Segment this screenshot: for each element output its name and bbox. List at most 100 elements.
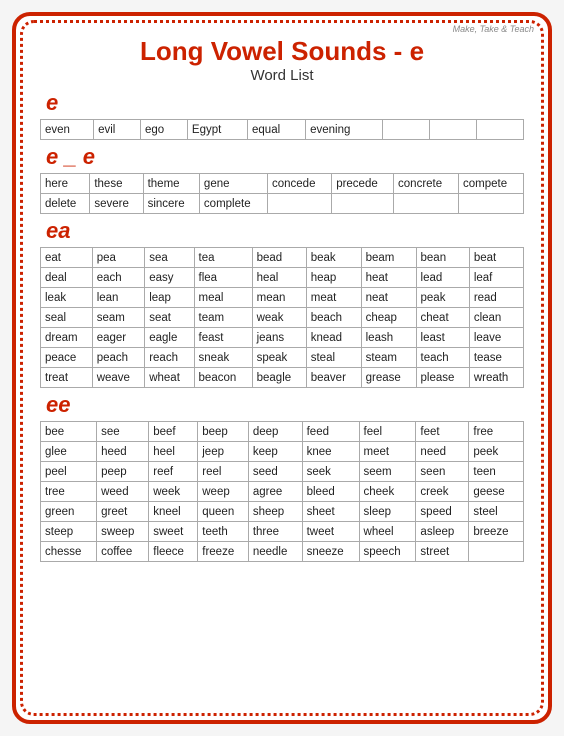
table-cell: seam xyxy=(92,308,145,328)
table-cell: bead xyxy=(252,248,306,268)
table-cell: concrete xyxy=(394,174,459,194)
table-cell: meet xyxy=(359,442,416,462)
table-cell: weak xyxy=(252,308,306,328)
table-cell: seed xyxy=(248,462,302,482)
table-cell: seat xyxy=(145,308,194,328)
table-cell: deep xyxy=(248,422,302,442)
table-cell: severe xyxy=(90,194,143,214)
table-cell: knee xyxy=(302,442,359,462)
table-cell: sea xyxy=(145,248,194,268)
table-cell: seen xyxy=(416,462,469,482)
table-cell: jeep xyxy=(198,442,249,462)
table-cell: reel xyxy=(198,462,249,482)
table-cell: heat xyxy=(361,268,416,288)
table-cell: heal xyxy=(252,268,306,288)
table-cell: seem xyxy=(359,462,416,482)
table-cell: eagle xyxy=(145,328,194,348)
table-cell: chesse xyxy=(41,542,97,562)
table-cell: even xyxy=(41,120,94,140)
table-cell xyxy=(430,120,477,140)
page-subtitle: Word List xyxy=(40,67,524,84)
table-cell: speed xyxy=(416,502,469,522)
table-cell: eat xyxy=(41,248,93,268)
section-label-e: e xyxy=(46,90,524,116)
table-cell xyxy=(394,194,459,214)
table-cell: cheat xyxy=(416,308,469,328)
section-label-ea: ea xyxy=(46,218,524,244)
table-cell: speech xyxy=(359,542,416,562)
page-title: Long Vowel Sounds - e xyxy=(40,36,524,67)
table-cell: need xyxy=(416,442,469,462)
table-cell: tree xyxy=(41,482,97,502)
table-cell: beam xyxy=(361,248,416,268)
table-cell: cheap xyxy=(361,308,416,328)
table-cell: queen xyxy=(198,502,249,522)
table-cell xyxy=(458,194,523,214)
table-cell: team xyxy=(194,308,252,328)
table-cell: mean xyxy=(252,288,306,308)
table-cell: heel xyxy=(149,442,198,462)
table-cell: weed xyxy=(97,482,149,502)
table-cell: weep xyxy=(198,482,249,502)
table-cell: compete xyxy=(458,174,523,194)
table-cell xyxy=(477,120,524,140)
table-cell: treat xyxy=(41,368,93,388)
table-cell: pea xyxy=(92,248,145,268)
table-cell: greet xyxy=(97,502,149,522)
table-cell: seek xyxy=(302,462,359,482)
table-cell: geese xyxy=(469,482,524,502)
table-cell: Egypt xyxy=(187,120,247,140)
table-cell: green xyxy=(41,502,97,522)
table-cell: teen xyxy=(469,462,524,482)
table-cell: tea xyxy=(194,248,252,268)
table-cell: these xyxy=(90,174,143,194)
table-cell: ego xyxy=(141,120,188,140)
table-cell: tease xyxy=(469,348,523,368)
watermark: Make, Take & Teach xyxy=(453,24,534,34)
table-cell: teeth xyxy=(198,522,249,542)
table-cell: complete xyxy=(199,194,267,214)
table-cell: eager xyxy=(92,328,145,348)
table-cell: steal xyxy=(306,348,361,368)
table-cell: read xyxy=(469,288,523,308)
table-cell: each xyxy=(92,268,145,288)
table-cell: steep xyxy=(41,522,97,542)
table-cell: deal xyxy=(41,268,93,288)
table-cell: beacon xyxy=(194,368,252,388)
table-cell: peach xyxy=(92,348,145,368)
table-cell: clean xyxy=(469,308,523,328)
table-cell: beagle xyxy=(252,368,306,388)
table-cell: kneel xyxy=(149,502,198,522)
table-cell: sweep xyxy=(97,522,149,542)
table-cell: sheep xyxy=(248,502,302,522)
table-cell: week xyxy=(149,482,198,502)
table-cell: grease xyxy=(361,368,416,388)
table-cell xyxy=(268,194,332,214)
table-cell: sneeze xyxy=(302,542,359,562)
table-cell: three xyxy=(248,522,302,542)
table-cell: needle xyxy=(248,542,302,562)
table-cell: meal xyxy=(194,288,252,308)
table-cell: fleece xyxy=(149,542,198,562)
table-cell: steel xyxy=(469,502,524,522)
table-cell: jeans xyxy=(252,328,306,348)
table-cell: sincere xyxy=(143,194,199,214)
table-cell: free xyxy=(469,422,524,442)
table-cell: heap xyxy=(306,268,361,288)
table-cell: gene xyxy=(199,174,267,194)
table-cell: beach xyxy=(306,308,361,328)
table-cell: tweet xyxy=(302,522,359,542)
table-cell: leak xyxy=(41,288,93,308)
table-cell: beat xyxy=(469,248,523,268)
table-cell: sweet xyxy=(149,522,198,542)
table-cell: leap xyxy=(145,288,194,308)
section-label-e_e: e _ e xyxy=(46,144,524,170)
table-ea: eatpeaseateabeadbeakbeambeanbeatdealeach… xyxy=(40,247,524,388)
table-cell: creek xyxy=(416,482,469,502)
table-cell: lead xyxy=(416,268,469,288)
table-cell: sleep xyxy=(359,502,416,522)
table-cell: peace xyxy=(41,348,93,368)
table-cell: beaver xyxy=(306,368,361,388)
table-cell: please xyxy=(416,368,469,388)
table-cell: feast xyxy=(194,328,252,348)
